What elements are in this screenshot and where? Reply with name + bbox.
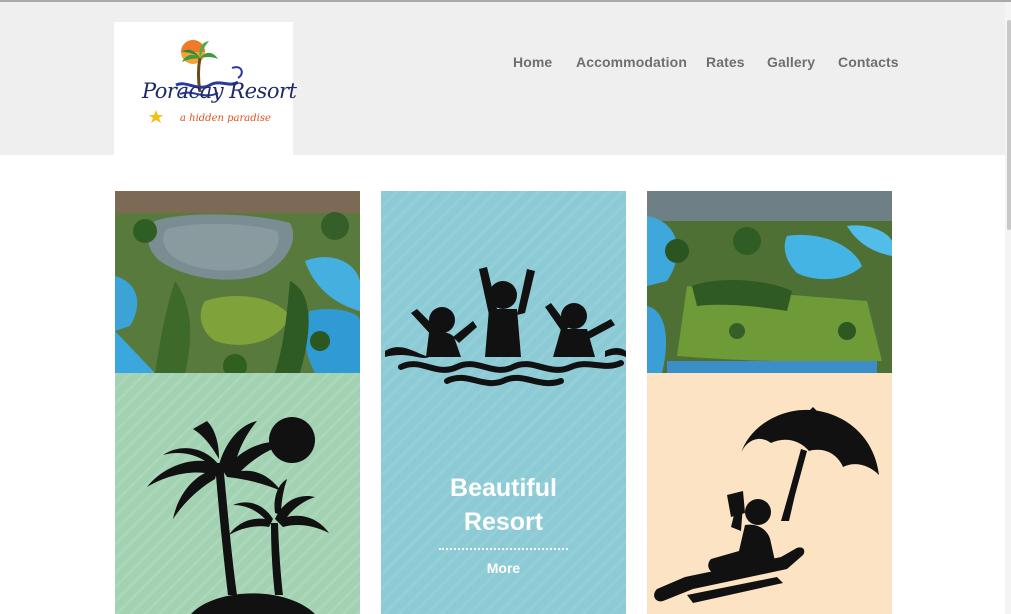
aerial-pools-photo — [647, 191, 892, 373]
page-scrollbar[interactable] — [1005, 2, 1011, 614]
featured-card-divider — [439, 548, 568, 550]
nav-rates[interactable]: Rates — [706, 54, 745, 70]
gallery-photo-pools[interactable] — [647, 191, 892, 373]
featured-card-title: Beautiful Resort — [381, 471, 626, 539]
nav-gallery[interactable]: Gallery — [767, 54, 815, 70]
logo-brand-text: Poracay Resort — [142, 79, 297, 103]
palm-island-tile[interactable] — [115, 373, 360, 614]
site-logo[interactable]: Poracay Resort a hidden paradise — [114, 22, 297, 155]
palm-island-icon — [147, 417, 329, 614]
beach-umbrella-icon — [654, 407, 879, 603]
aerial-lake-photo — [115, 191, 360, 373]
beach-lounger-tile[interactable] — [647, 373, 892, 614]
swimmers-icon — [385, 267, 626, 387]
featured-more-link[interactable]: More — [381, 560, 626, 576]
featured-title-line2: Resort — [463, 508, 544, 536]
nav-home[interactable]: Home — [513, 54, 552, 70]
featured-card-beautiful-resort[interactable]: Beautiful Resort More — [381, 191, 626, 614]
gallery-photo-lake[interactable] — [115, 191, 360, 373]
logo-tagline: a hidden paradise — [180, 113, 271, 124]
nav-contacts[interactable]: Contacts — [838, 54, 899, 70]
featured-title-line1: Beautiful — [450, 474, 557, 502]
scrollbar-thumb[interactable] — [1007, 20, 1011, 230]
nav-accommodation[interactable]: Accommodation — [576, 54, 687, 70]
